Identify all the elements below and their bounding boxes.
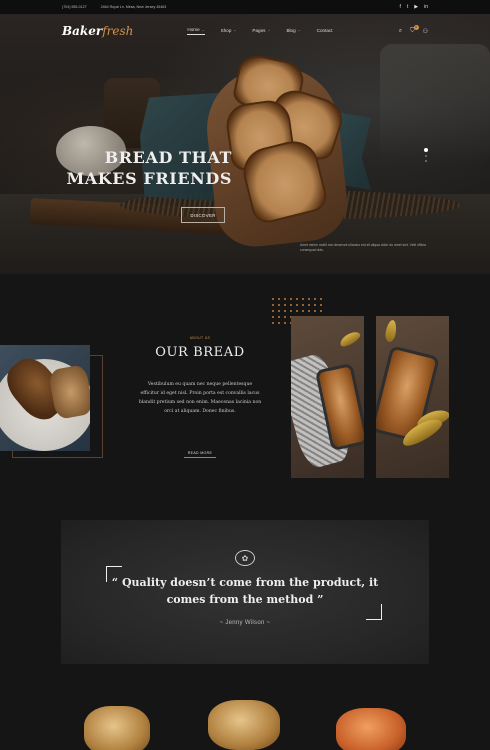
bread-product-image[interactable] bbox=[336, 708, 406, 750]
twitter-icon[interactable]: t bbox=[407, 4, 408, 10]
address: 2464 Royal Ln. Mesa, New Jersey 45463 bbox=[100, 5, 167, 9]
quote-author: ~ Jenny Wilson ~ bbox=[219, 620, 271, 626]
nav-item-label: Home bbox=[187, 27, 200, 32]
nav-item-label: Shop bbox=[220, 27, 232, 33]
slider-dots bbox=[424, 148, 428, 162]
linkedin-icon[interactable]: in bbox=[424, 4, 428, 10]
nav-item-pages[interactable]: Pages ⌄ bbox=[252, 27, 270, 35]
hero-description: Amet minim mollit non deserunt ullamco e… bbox=[300, 243, 426, 253]
user-icon[interactable]: ⚇ bbox=[423, 28, 428, 35]
page: BREAD THAT MAKES FRIENDS DISCOVER Amet m… bbox=[0, 0, 490, 750]
phone-number[interactable]: (704) 555-0127 bbox=[62, 5, 87, 9]
quote-text: “ Quality doesn’t come from the product,… bbox=[111, 576, 379, 606]
main-nav: Bakerfresh Home ⌄ Shop ⌄ Pages ⌄ Blog ⌄ Cont… bbox=[0, 14, 490, 48]
nav-item-blog[interactable]: Blog ⌄ bbox=[286, 27, 300, 35]
bread-product-image[interactable] bbox=[208, 700, 280, 750]
facebook-icon[interactable]: f bbox=[399, 4, 400, 10]
chevron-down-icon: ⌄ bbox=[201, 27, 205, 32]
logo-text-baker: Baker bbox=[62, 24, 103, 38]
logo-text-fresh: fresh bbox=[102, 24, 134, 38]
slider-dot-active[interactable] bbox=[424, 148, 428, 152]
nav-item-home[interactable]: Home ⌄ bbox=[187, 27, 205, 35]
nav-item-label: Blog bbox=[286, 27, 296, 33]
hero-title: BREAD THAT MAKES FRIENDS bbox=[66, 148, 232, 188]
nav-item-label: Contact bbox=[316, 27, 333, 33]
top-bar: (704) 555-0127 2464 Royal Ln. Mesa, New … bbox=[0, 0, 490, 14]
cart-icon[interactable]: ⛉ 0 bbox=[410, 24, 419, 35]
discover-button[interactable]: DISCOVER bbox=[181, 207, 225, 223]
logo[interactable]: Bakerfresh bbox=[62, 24, 133, 38]
bread-icon: ✿ bbox=[235, 550, 255, 566]
nav-item-shop[interactable]: Shop ⌄ bbox=[221, 27, 237, 35]
nav-item-contact[interactable]: Contact bbox=[317, 27, 333, 35]
quote-block: ✿ “ Quality doesn’t come from the produc… bbox=[61, 520, 429, 664]
read-more-link[interactable]: READ MORE bbox=[184, 451, 216, 458]
nav-menu: Home ⌄ Shop ⌄ Pages ⌄ Blog ⌄ Contact bbox=[187, 27, 333, 35]
banana bbox=[384, 319, 398, 343]
background-jars bbox=[380, 44, 490, 164]
banana bbox=[337, 329, 363, 349]
bread-product-image[interactable] bbox=[84, 706, 150, 750]
banana-bread-image-right bbox=[376, 316, 449, 478]
cart-badge: 0 bbox=[413, 24, 419, 30]
search-icon[interactable]: ⌕ bbox=[399, 28, 402, 35]
chevron-down-icon: ⌄ bbox=[233, 28, 237, 32]
chevron-down-icon: ⌄ bbox=[297, 28, 301, 32]
section-title: OUR BREAD bbox=[155, 345, 245, 360]
youtube-icon[interactable]: ▶ bbox=[414, 4, 418, 10]
banana-bread-image-left bbox=[291, 316, 364, 478]
chevron-down-icon: ⌄ bbox=[267, 28, 271, 32]
slider-dot[interactable] bbox=[425, 160, 427, 162]
hero-section: BREAD THAT MAKES FRIENDS DISCOVER Amet m… bbox=[0, 14, 490, 274]
bread-plate-image bbox=[0, 345, 90, 451]
nav-icons: ⌕ ⛉ 0 ⚇ bbox=[399, 24, 428, 35]
social-links: f t ▶ in bbox=[399, 4, 428, 10]
section-kicker: ABOUT US bbox=[189, 336, 211, 340]
slider-dot[interactable] bbox=[425, 155, 427, 157]
nav-item-label: Pages bbox=[252, 27, 266, 33]
section-text: Vestibulum eu quam nec neque pellentesqu… bbox=[138, 382, 262, 414]
